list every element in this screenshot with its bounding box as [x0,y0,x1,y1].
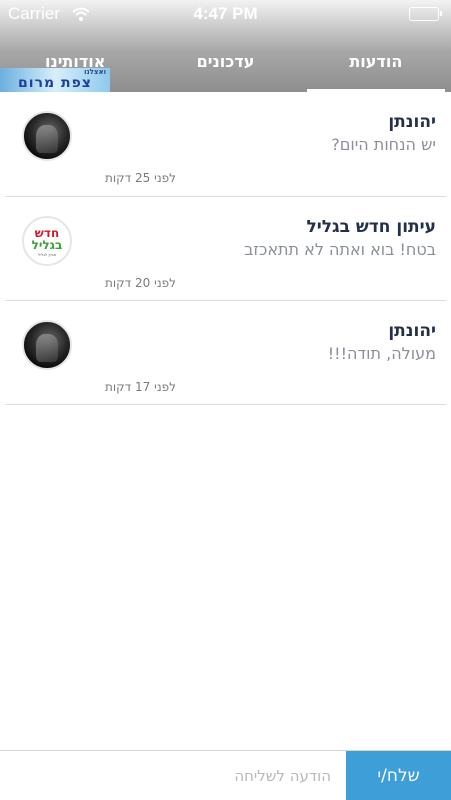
send-button[interactable]: שלח/י [346,751,451,800]
avatar-logo-line2: בגליל [31,238,63,252]
message-text: בטח! בוא ואתה לא תתאכזב [244,240,436,259]
message-sender: עיתון חדש בגליל [306,217,436,237]
avatar [22,320,72,370]
tab-updates[interactable]: עדכונים [150,30,300,92]
message-sender: יהונתן [388,112,436,132]
avatar-logo-line3: מגזין לגליל [37,252,57,257]
tab-messages[interactable]: הודעות [301,30,451,92]
compose-bar: שלח/י [0,750,451,800]
tab-label: אודותינו [44,52,106,71]
message-list: יהונתן יש הנחות היום? לפני 25 דקות עיתון… [0,92,451,405]
person-photo-icon [36,334,58,362]
message-text: מעולה, תודה!!! [327,344,436,363]
avatar [22,111,72,161]
message-text: יש הנחות היום? [331,135,436,154]
message-input[interactable] [5,751,341,800]
person-photo-icon [36,125,58,153]
list-item[interactable]: עיתון חדש בגליל בטח! בוא ואתה לא תתאכזב … [5,197,446,301]
message-sender: יהונתן [388,321,436,341]
clock: 4:47 PM [193,4,258,23]
message-time: לפני 20 דקות [105,276,176,290]
battery-icon [409,7,442,21]
list-item[interactable]: יהונתן יש הנחות היום? לפני 25 דקות [5,92,446,197]
avatar: חדש בגליל מגזין לגליל [22,216,72,266]
message-time: לפני 25 דקות [105,171,176,185]
tab-label: עדכונים [196,52,255,71]
status-bar: Carrier 4:47 PM [0,0,451,30]
list-item[interactable]: יהונתן מעולה, תודה!!! לפני 17 דקות [5,301,446,405]
header-logo: ואצלנו צפת מרום [0,68,110,92]
tab-label: הודעות [349,52,403,71]
top-bar: Carrier 4:47 PM הודעות עדכונים אודותינו … [0,0,451,92]
message-time: לפני 17 דקות [105,380,176,394]
header-logo-main-text: צפת מרום [18,75,92,91]
